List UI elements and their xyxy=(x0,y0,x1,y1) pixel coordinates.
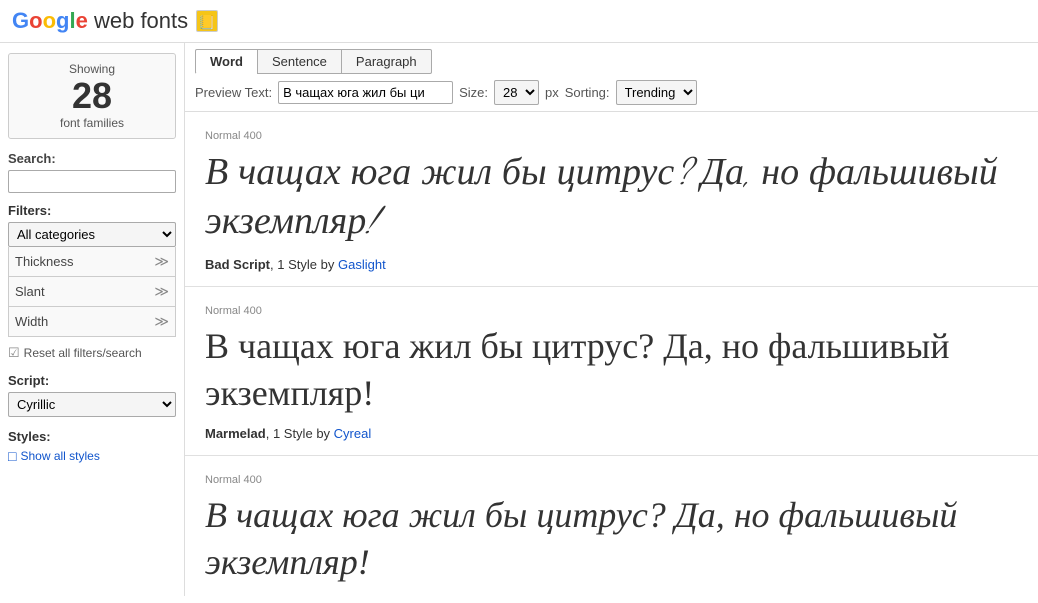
font-preview: В чащах юга жил бы цитрус? Да, но фальши… xyxy=(205,323,1018,417)
font-name: Marmelad xyxy=(205,426,266,441)
showing-sub: font families xyxy=(15,116,169,130)
font-card-bad-script: Normal 400 В чащах юга жил бы цитрус? Да… xyxy=(185,112,1038,287)
filter-slant[interactable]: Slant ≫ xyxy=(8,277,176,307)
font-card-marck-script: Normal 400 В чащах юга жил бы цитрус? Да… xyxy=(185,456,1038,596)
font-preview: В чащах юга жил бы цитрус? Да, но фальши… xyxy=(205,492,1018,586)
logo-g: G xyxy=(12,8,29,33)
font-designer-link[interactable]: Cyreal xyxy=(334,426,372,441)
logo-text: web fonts xyxy=(88,8,188,33)
chevron-down-icon: ≫ xyxy=(154,253,169,270)
logo-e: e xyxy=(76,8,88,33)
notebook-icon: 📒 xyxy=(196,10,218,32)
preview-text-label: Preview Text: xyxy=(195,85,272,100)
chevron-down-icon: ≫ xyxy=(154,313,169,330)
sorting-select[interactable]: Trending xyxy=(616,80,697,105)
sidebar: Showing 28 font families Search: Filters… xyxy=(0,43,185,596)
showing-box: Showing 28 font families xyxy=(8,53,176,139)
script-select[interactable]: Cyrillic xyxy=(8,392,176,417)
filter-width[interactable]: Width ≫ xyxy=(8,307,176,337)
show-all-styles-label: Show all styles xyxy=(20,449,99,463)
preview-text-input[interactable] xyxy=(278,81,453,104)
font-styles-count: 1 Style xyxy=(273,426,313,441)
font-tag: Normal 400 xyxy=(205,130,1018,142)
plus-icon: □ xyxy=(8,448,16,464)
filter-width-label: Width xyxy=(15,314,48,329)
size-select[interactable]: 28 xyxy=(494,80,539,105)
font-name: Bad Script xyxy=(205,257,270,272)
filter-thickness[interactable]: Thickness ≫ xyxy=(8,247,176,277)
filters-label: Filters: xyxy=(8,203,176,218)
font-card-marmelad: Normal 400 В чащах юга жил бы цитрус? Да… xyxy=(185,287,1038,457)
logo-o2: o xyxy=(43,8,56,33)
font-tag: Normal 400 xyxy=(205,474,1018,486)
show-all-styles-link[interactable]: □ Show all styles xyxy=(8,448,176,464)
reset-icon: ☑ xyxy=(8,345,20,361)
reset-label: Reset all filters/search xyxy=(24,346,142,360)
logo-g2: g xyxy=(56,8,69,33)
font-list: Normal 400 В чащах юга жил бы цитрус? Да… xyxy=(185,112,1038,596)
showing-count: 28 xyxy=(15,76,169,116)
font-meta: Marmelad, 1 Style by Cyreal xyxy=(205,426,1018,441)
category-select[interactable]: All categories xyxy=(8,222,176,247)
reset-filters-link[interactable]: ☑ Reset all filters/search xyxy=(8,345,176,361)
filter-thickness-label: Thickness xyxy=(15,254,74,269)
header: Google web fonts 📒 xyxy=(0,0,1038,43)
styles-label: Styles: xyxy=(8,429,176,444)
search-label: Search: xyxy=(8,151,176,166)
toolbar-row: Preview Text: Size: 28 px Sorting: Trend… xyxy=(195,80,1028,105)
logo-o1: o xyxy=(29,8,42,33)
layout: Showing 28 font families Search: Filters… xyxy=(0,43,1038,596)
filter-slant-label: Slant xyxy=(15,284,45,299)
logo: Google web fonts xyxy=(12,8,188,34)
main-content: Word Sentence Paragraph Preview Text: Si… xyxy=(185,43,1038,596)
font-tag: Normal 400 xyxy=(205,305,1018,317)
tab-word[interactable]: Word xyxy=(195,49,258,74)
sorting-label: Sorting: xyxy=(565,85,610,100)
showing-label: Showing xyxy=(15,62,169,76)
px-label: px xyxy=(545,85,559,100)
font-designer-link[interactable]: Gaslight xyxy=(338,257,386,272)
font-preview: В чащах юга жил бы цитрус? Да, но фальши… xyxy=(205,148,1018,247)
tab-paragraph[interactable]: Paragraph xyxy=(341,49,432,74)
font-styles-count: 1 Style xyxy=(277,257,317,272)
font-by: by xyxy=(316,426,330,441)
font-by: by xyxy=(321,257,335,272)
script-label: Script: xyxy=(8,373,176,388)
search-input[interactable] xyxy=(8,170,176,193)
tab-sentence[interactable]: Sentence xyxy=(257,49,342,74)
toolbar: Word Sentence Paragraph Preview Text: Si… xyxy=(185,43,1038,112)
font-meta: Bad Script, 1 Style by Gaslight xyxy=(205,257,1018,272)
size-label: Size: xyxy=(459,85,488,100)
view-tabs: Word Sentence Paragraph xyxy=(195,49,1028,74)
chevron-down-icon: ≫ xyxy=(154,283,169,300)
